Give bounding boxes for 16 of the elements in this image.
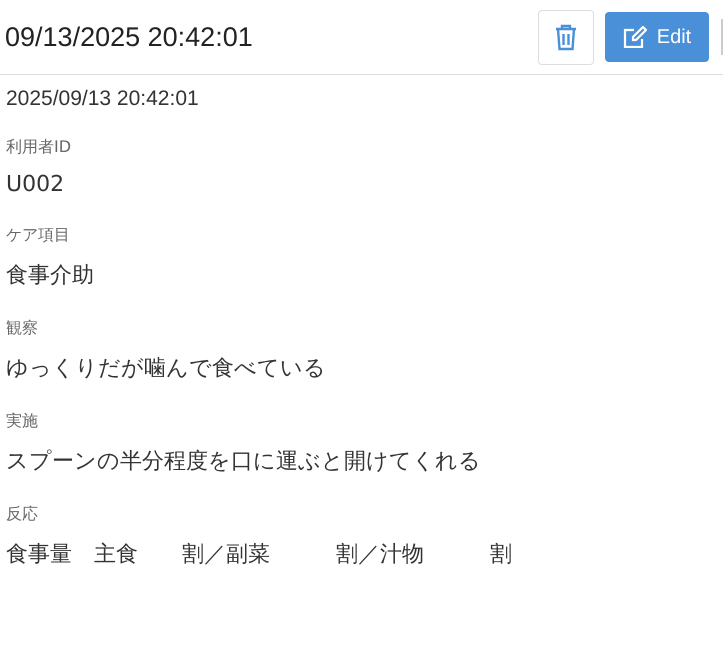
- field-value: 食事介助: [6, 262, 95, 290]
- field-label: 反応: [6, 504, 39, 525]
- record-title: 09/13/2025 20:42:01: [5, 22, 254, 52]
- field-label: ケア項目: [6, 225, 71, 246]
- field-value: ゆっくりだが噛んで食べている: [6, 355, 327, 383]
- trash-icon: [555, 24, 577, 50]
- field-value: U002: [6, 172, 66, 197]
- field-value: 食事量 主食 割／副菜 割／汁物 割: [6, 541, 513, 569]
- field-value: スプーンの半分程度を口に運ぶと開けてくれる: [6, 448, 482, 476]
- field-label: 観察: [6, 318, 39, 339]
- timestamp: 2025/09/13 20:42:01: [6, 87, 200, 111]
- field-label: 利用者ID: [6, 137, 72, 158]
- delete-button[interactable]: [538, 10, 594, 64]
- edit-button[interactable]: Edit: [605, 12, 709, 62]
- edit-icon: [622, 26, 647, 48]
- field-label: 実施: [6, 411, 39, 432]
